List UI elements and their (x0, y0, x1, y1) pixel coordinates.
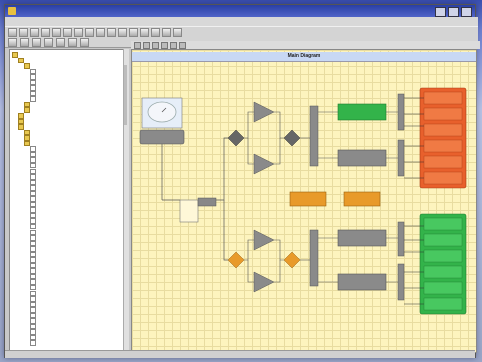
upper-output-4[interactable] (423, 139, 463, 153)
line-icon[interactable] (32, 37, 41, 47)
grid-icon[interactable] (118, 28, 127, 37)
shape-icon[interactable] (162, 28, 171, 37)
upper-amp-top[interactable] (253, 101, 275, 123)
connect-icon[interactable] (140, 28, 149, 37)
file-icon (30, 340, 36, 346)
model-tree-panel (9, 49, 129, 353)
coupler-block[interactable] (197, 197, 217, 207)
zoom-out-icon[interactable] (143, 41, 150, 49)
save-icon[interactable] (30, 28, 39, 37)
window-controls (435, 7, 472, 17)
lower-output-6[interactable] (423, 297, 463, 311)
cut-icon[interactable] (52, 28, 61, 37)
lower-left-switch[interactable] (227, 251, 245, 269)
upper-green-block[interactable] (337, 103, 387, 121)
upper-output-group (404, 87, 467, 189)
splitter-block[interactable] (179, 199, 199, 223)
model-tree (10, 50, 128, 346)
tree-scrollbar-thumb[interactable] (124, 65, 127, 125)
upper-output-3[interactable] (423, 123, 463, 137)
upper-mux-bar[interactable] (309, 105, 319, 167)
undo-icon[interactable] (85, 28, 94, 37)
lower-output-3[interactable] (423, 249, 463, 263)
status-bar (5, 350, 475, 358)
layer-icon[interactable] (161, 41, 168, 49)
help-icon[interactable] (173, 28, 182, 37)
maximize-button[interactable] (448, 7, 459, 17)
color-icon[interactable] (56, 37, 65, 47)
zoom-icon[interactable] (107, 28, 116, 37)
diagram-toolbar (131, 41, 480, 49)
antenna-block[interactable] (139, 129, 185, 145)
align-icon[interactable] (129, 28, 138, 37)
upper-left-switch[interactable] (227, 129, 245, 147)
upper-output-2[interactable] (423, 107, 463, 121)
arrow-icon[interactable] (179, 41, 186, 49)
redo-icon[interactable] (96, 28, 105, 37)
select-icon[interactable] (8, 37, 17, 47)
fill-icon[interactable] (44, 37, 53, 47)
file-icon (30, 96, 36, 102)
upper-right-switch[interactable] (283, 129, 301, 147)
print-icon[interactable] (41, 28, 50, 37)
upper-output-5[interactable] (423, 155, 463, 169)
lower-output-group (404, 213, 467, 315)
minimize-button[interactable] (435, 7, 446, 17)
text-icon[interactable] (151, 28, 160, 37)
upper-splitter-1[interactable] (397, 93, 405, 131)
lower-output-4[interactable] (423, 265, 463, 279)
upper-splitter-2[interactable] (397, 139, 405, 177)
font-icon[interactable] (68, 37, 77, 47)
paste-icon[interactable] (74, 28, 83, 37)
zoom-in-icon[interactable] (134, 41, 141, 49)
copy-icon[interactable] (63, 28, 72, 37)
lower-splitter-1[interactable] (397, 221, 405, 257)
lower-mux-bar[interactable] (309, 229, 319, 287)
lower-gray-block-2[interactable] (337, 273, 387, 291)
lower-gray-block-1[interactable] (337, 229, 387, 247)
upper-gray-block[interactable] (337, 149, 387, 167)
upper-output-1[interactable] (423, 91, 463, 105)
upper-output-6[interactable] (423, 171, 463, 185)
pointer-icon[interactable] (20, 37, 29, 47)
close-button[interactable] (461, 7, 472, 17)
middle-orange-block-2[interactable] (343, 191, 381, 207)
block-diagram (139, 87, 467, 315)
bold-icon[interactable] (80, 37, 89, 47)
satellite-dish-icon[interactable] (141, 97, 183, 129)
app-window: Main Diagram (4, 4, 480, 358)
tree-item[interactable] (10, 340, 128, 346)
title-bar[interactable] (5, 5, 475, 17)
app-icon (8, 7, 16, 15)
lower-amp-top[interactable] (253, 229, 275, 251)
open-icon[interactable] (19, 28, 28, 37)
link-icon[interactable] (170, 41, 177, 49)
lower-output-5[interactable] (423, 281, 463, 295)
middle-orange-block-1[interactable] (289, 191, 327, 207)
lower-splitter-2[interactable] (397, 263, 405, 301)
folder-icon (24, 107, 30, 113)
upper-amp-bottom[interactable] (253, 153, 275, 175)
lower-right-switch[interactable] (283, 251, 301, 269)
new-icon[interactable] (8, 28, 17, 37)
lower-output-1[interactable] (423, 217, 463, 231)
fit-icon[interactable] (152, 41, 159, 49)
menu-bar (5, 17, 478, 26)
lower-amp-bottom[interactable] (253, 271, 275, 293)
lower-output-2[interactable] (423, 233, 463, 247)
diagram-canvas-area[interactable]: Main Diagram (131, 49, 477, 353)
